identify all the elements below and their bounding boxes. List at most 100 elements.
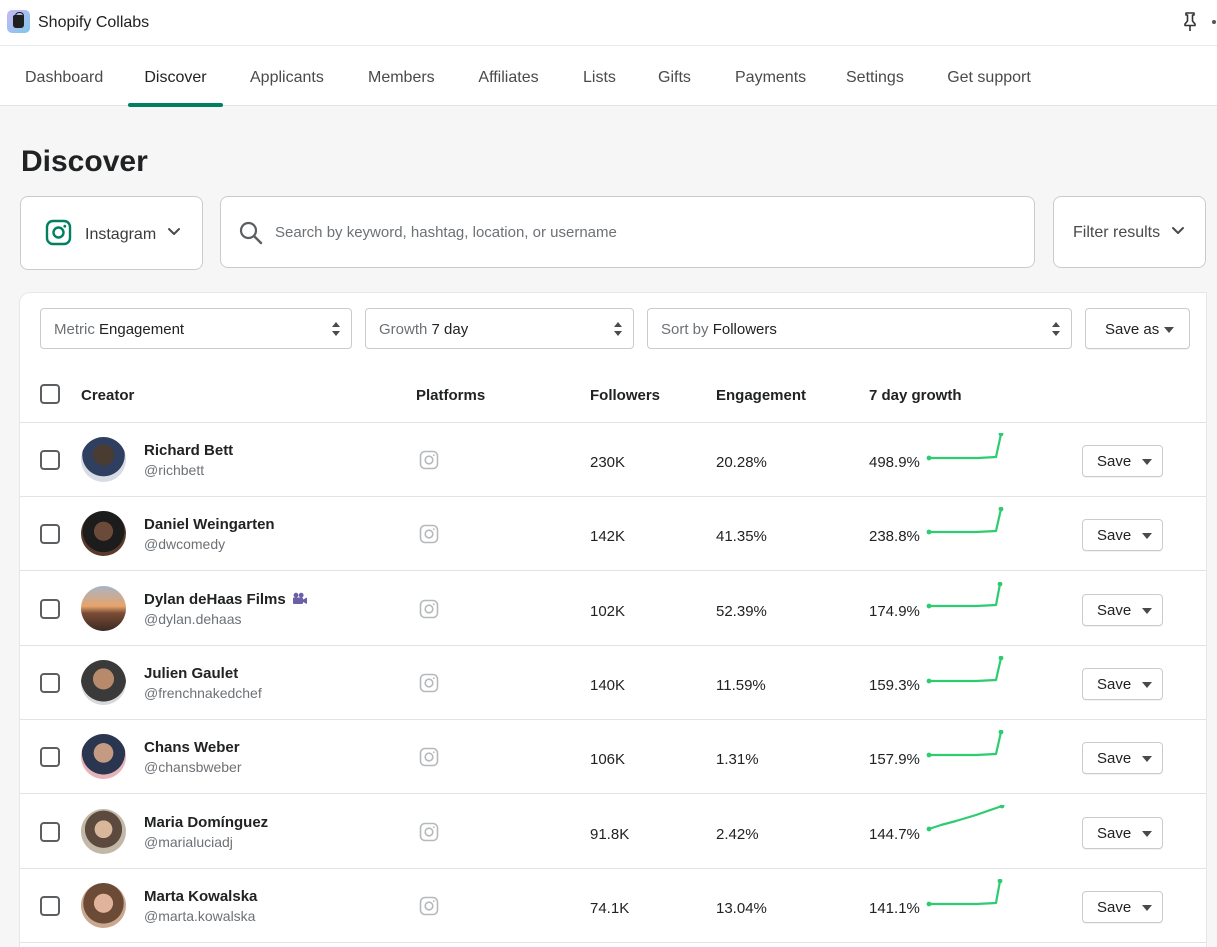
tab-payments[interactable]: Payments (735, 46, 806, 106)
followers-value: 140K (590, 676, 626, 694)
creator-name-text: Chans Weber (144, 739, 240, 757)
table-row[interactable]: Maria Domínguez @marialuciadj 91.8K 2.42… (20, 795, 1206, 869)
save-button[interactable]: Save (1082, 742, 1163, 775)
tab-applicants[interactable]: Applicants (250, 46, 324, 106)
metric-select[interactable]: Metric Engagement (40, 308, 352, 349)
metric-value: Engagement (99, 321, 185, 338)
creator-name[interactable]: Julien Gaulet (144, 665, 238, 682)
tab-settings[interactable]: Settings (846, 46, 904, 106)
tab-dashboard[interactable]: Dashboard (25, 46, 103, 106)
followers-value: 102K (590, 602, 626, 620)
creator-name[interactable]: Daniel Weingarten (144, 516, 275, 533)
creator-handle: @marialuciadj (144, 833, 233, 850)
growth-prefix: Growth (379, 321, 428, 338)
creator-handle: @richbett (144, 462, 205, 478)
engagement-value: 11.59% (716, 676, 766, 694)
save-as-button[interactable]: Save as (1085, 308, 1190, 349)
avatar[interactable] (81, 882, 126, 928)
followers-value: 91.8K (590, 825, 630, 843)
followers-value: 230K (590, 454, 626, 471)
row-checkbox[interactable] (40, 524, 60, 545)
row-checkbox[interactable] (40, 747, 60, 768)
caret-down-icon (1142, 459, 1152, 465)
save-button[interactable]: Save (1082, 519, 1163, 552)
more-icon[interactable] (1209, 20, 1217, 26)
tab-members[interactable]: Members (368, 46, 435, 106)
creator-name-text: Marta Kowalska (144, 887, 258, 905)
engagement-value: 13.04% (716, 899, 767, 917)
shopify-bag-icon (7, 10, 30, 33)
table-row[interactable]: Dylan deHaas Films @dylan.dehaas 102K 52… (20, 572, 1206, 646)
growth-sparkline (926, 507, 1004, 535)
sort-select-text: Sort by Followers (661, 321, 777, 338)
growth-value: 157.9% (869, 751, 920, 769)
creator-name[interactable]: Dylan deHaas Films (144, 591, 308, 608)
row-checkbox[interactable] (40, 895, 60, 916)
save-button[interactable]: Save (1082, 593, 1163, 626)
avatar[interactable] (81, 585, 126, 631)
row-checkbox[interactable] (40, 598, 60, 619)
instagram-icon (419, 524, 439, 544)
column-header-engagement[interactable]: Engagement (716, 387, 806, 404)
search-input[interactable] (275, 215, 1015, 249)
chevron-down-icon (1172, 227, 1184, 234)
creator-handle: @dwcomedy (144, 536, 226, 553)
avatar[interactable] (81, 734, 126, 780)
tab-affiliates[interactable]: Affiliates (478, 46, 539, 106)
creator-name-text: Julien Gaulet (144, 664, 239, 682)
creator-name[interactable]: Chans Weber (144, 739, 240, 756)
tab-discover[interactable]: Discover (128, 46, 223, 107)
row-checkbox[interactable] (40, 672, 60, 693)
save-button[interactable]: Save (1082, 667, 1163, 700)
caret-down-icon (1164, 327, 1174, 333)
creator-name[interactable]: Marta Kowalska (144, 888, 257, 905)
creator-handle: @marta.kowalska (144, 907, 256, 924)
instagram-icon (419, 599, 439, 618)
column-header-creator[interactable]: Creator (81, 387, 134, 404)
save-button[interactable]: Save (1082, 445, 1163, 477)
instagram-icon (419, 450, 439, 470)
column-header-platforms: Platforms (416, 387, 486, 404)
table-row[interactable]: Marta Kowalska @marta.kowalska 74.1K 13.… (20, 869, 1206, 943)
select-all-checkbox[interactable] (40, 384, 60, 404)
growth-value: 7 day (431, 321, 469, 338)
save-button-label: Save (1097, 675, 1132, 693)
engagement-value: 52.39% (716, 602, 767, 620)
table-row[interactable]: Chans Weber @chansbweber 106K 1.31% 157.… (20, 720, 1206, 795)
avatar[interactable] (81, 437, 126, 482)
column-header-followers[interactable]: Followers (590, 387, 660, 404)
save-button[interactable]: Save (1082, 890, 1163, 923)
followers-value: 106K (590, 751, 626, 769)
row-checkbox[interactable] (40, 821, 60, 842)
table-row[interactable]: Daniel Weingarten @dwcomedy 142K 41.35% … (20, 497, 1206, 572)
avatar[interactable] (81, 659, 126, 705)
pin-icon[interactable] (1180, 10, 1200, 34)
row-checkbox[interactable] (40, 450, 60, 470)
column-header-growth[interactable]: 7 day growth (869, 387, 962, 404)
save-button-label: Save (1097, 527, 1132, 545)
creator-name[interactable]: Richard Bett (144, 442, 233, 459)
table-header: Creator Platforms Followers Engagement 7… (20, 369, 1206, 423)
sort-select[interactable]: Sort by Followers (647, 308, 1072, 349)
growth-select[interactable]: Growth 7 day (365, 308, 634, 349)
avatar[interactable] (81, 808, 126, 854)
tab-get-support[interactable]: Get support (947, 46, 1031, 106)
save-button[interactable]: Save (1082, 816, 1163, 849)
platform-select[interactable]: Instagram (20, 196, 203, 270)
avatar[interactable] (81, 511, 126, 557)
creator-name[interactable]: Maria Domínguez (144, 814, 268, 831)
app-titlebar: Shopify Collabs (0, 0, 1217, 46)
tab-gifts[interactable]: Gifts (658, 46, 691, 106)
metric-prefix: Metric (54, 321, 95, 338)
save-as-label: Save as (1105, 321, 1160, 338)
growth-select-text: Growth 7 day (379, 321, 468, 338)
filter-results-button[interactable]: Filter results (1053, 196, 1206, 268)
creator-name-text: Maria Domínguez (144, 813, 269, 831)
select-arrows-icon (614, 322, 622, 336)
tab-lists[interactable]: Lists (583, 46, 616, 106)
caret-down-icon (1142, 533, 1152, 540)
platform-select-value: Instagram (85, 226, 157, 243)
growth-sparkline (926, 655, 1004, 684)
table-row[interactable]: Julien Gaulet @frenchnakedchef 140K 11.5… (20, 646, 1206, 720)
table-row[interactable]: Richard Bett @richbett 230K 20.28% 498.9… (20, 423, 1206, 497)
